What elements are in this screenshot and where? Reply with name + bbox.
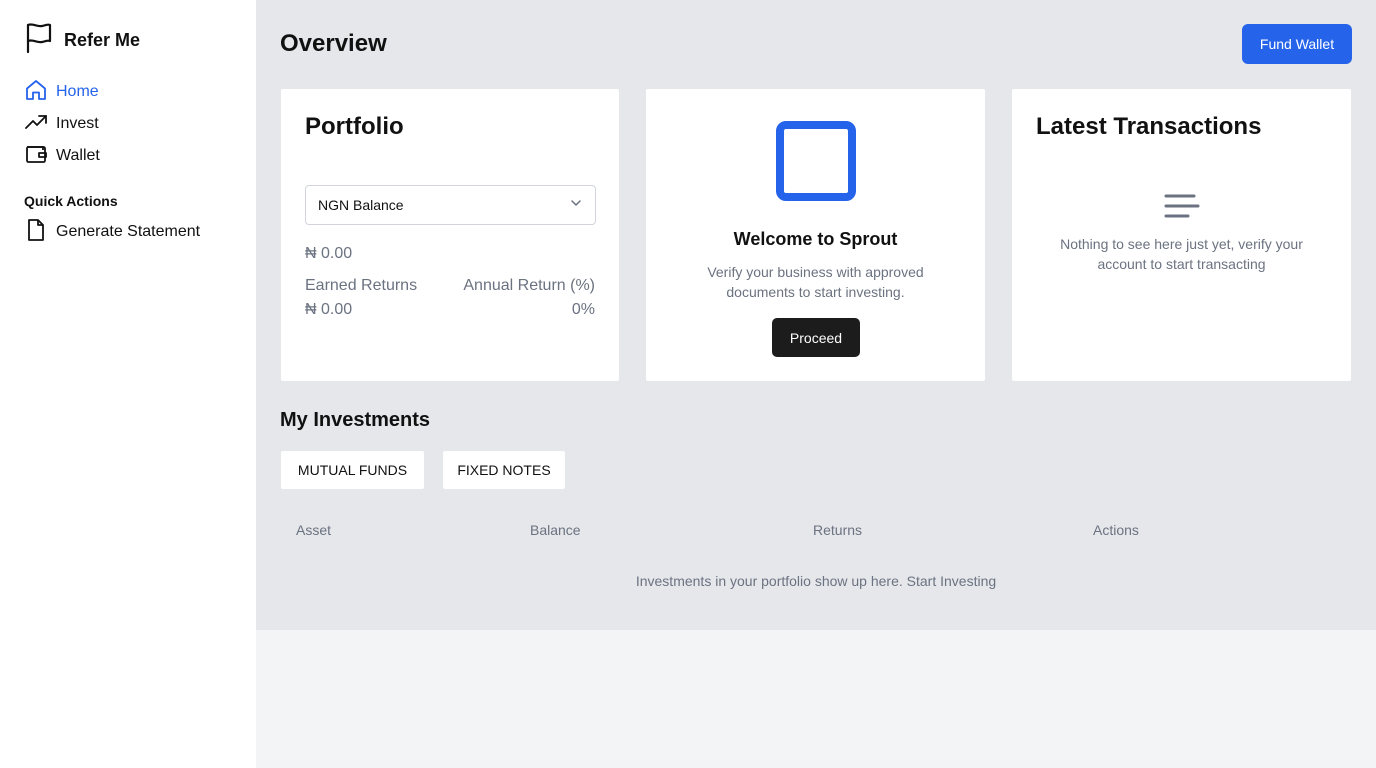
select-value: NGN Balance bbox=[318, 197, 404, 213]
investments-title: My Investments bbox=[280, 409, 431, 431]
sidebar-item-invest[interactable]: Invest bbox=[24, 112, 100, 136]
welcome-text: Verify your business with approved docum… bbox=[707, 264, 924, 300]
menu-lines-icon bbox=[1164, 193, 1200, 219]
column-header-actions: Actions bbox=[1093, 522, 1139, 538]
welcome-title: Welcome to Sprout bbox=[733, 229, 898, 249]
portfolio-balance: ₦ 0.00 bbox=[305, 245, 353, 262]
sidebar-item-label: Invest bbox=[56, 115, 99, 132]
column-header-returns: Returns bbox=[813, 522, 863, 538]
earned-returns-label: Earned Returns bbox=[305, 277, 418, 294]
sidebar-nav: Home Invest Wallet bbox=[24, 78, 100, 176]
annual-return-label: Annual Return (%) bbox=[463, 277, 595, 294]
sidebar: Refer Me Home Invest Wallet Quick Action… bbox=[0, 0, 256, 768]
sidebar-item-label: Wallet bbox=[56, 147, 100, 164]
brand-name: Refer Me bbox=[64, 29, 141, 50]
sidebar-item-label: Home bbox=[56, 83, 99, 100]
latest-transactions-card: Latest Transactions Nothing to see here … bbox=[1011, 88, 1352, 382]
fund-wallet-button[interactable]: Fund Wallet bbox=[1242, 24, 1352, 64]
page-title: Overview bbox=[280, 30, 387, 57]
portfolio-title: Portfolio bbox=[305, 113, 404, 140]
balance-currency-select[interactable]: NGN Balance bbox=[305, 185, 596, 225]
proceed-button[interactable]: Proceed bbox=[772, 318, 860, 357]
quick-actions-heading: Quick Actions bbox=[24, 193, 118, 209]
flag-icon bbox=[24, 22, 54, 59]
investments-empty-message: Investments in your portfolio show up he… bbox=[635, 573, 997, 589]
document-icon bbox=[24, 218, 48, 247]
transactions-empty-text: Nothing to see here just yet, verify you… bbox=[1060, 236, 1303, 272]
wallet-icon bbox=[24, 142, 48, 171]
generate-statement-button[interactable]: Generate Statement bbox=[24, 218, 201, 247]
portfolio-card: Portfolio NGN Balance ₦ 0.00 Earned Retu… bbox=[280, 88, 620, 382]
tab-fixed-notes[interactable]: FIXED NOTES bbox=[442, 450, 566, 490]
transactions-title: Latest Transactions bbox=[1036, 113, 1262, 140]
sidebar-item-home[interactable]: Home bbox=[24, 78, 100, 107]
square-icon bbox=[776, 121, 856, 201]
sidebar-item-wallet[interactable]: Wallet bbox=[24, 144, 100, 168]
main-content: Overview Fund Wallet Portfolio NGN Balan… bbox=[256, 0, 1376, 630]
column-header-balance: Balance bbox=[530, 522, 581, 538]
tab-mutual-funds[interactable]: MUTUAL FUNDS bbox=[280, 450, 425, 490]
brand[interactable]: Refer Me bbox=[24, 22, 141, 59]
chevron-down-icon bbox=[569, 196, 583, 215]
column-header-asset: Asset bbox=[296, 522, 332, 538]
welcome-card: Welcome to Sprout Verify your business w… bbox=[645, 88, 986, 382]
earned-returns-value: ₦ 0.00 bbox=[305, 301, 353, 318]
trending-up-icon bbox=[24, 110, 48, 139]
annual-return-value: 0% bbox=[571, 301, 595, 318]
home-icon bbox=[24, 78, 48, 107]
generate-statement-label: Generate Statement bbox=[56, 223, 201, 240]
